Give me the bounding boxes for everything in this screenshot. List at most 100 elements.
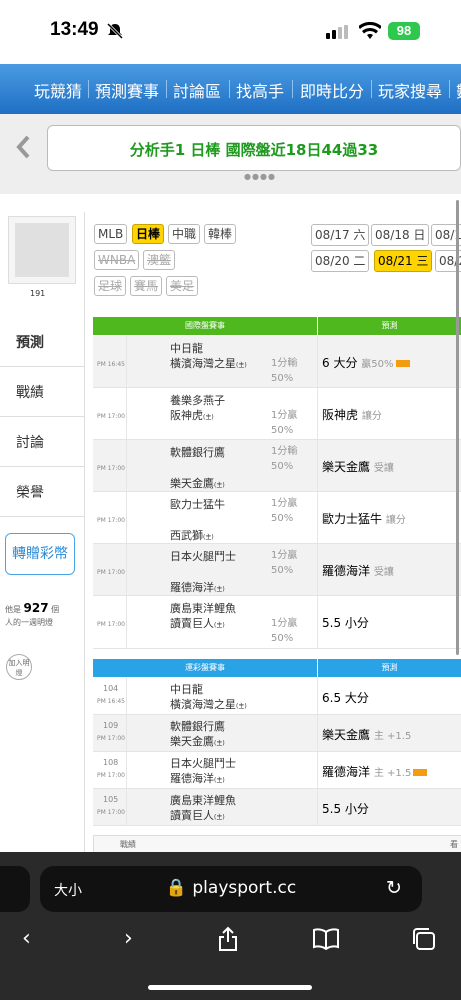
prediction: 歐力士猛牛 讓分 xyxy=(322,512,406,526)
clock: 13:49 xyxy=(50,19,99,40)
tabs-icon[interactable] xyxy=(411,927,437,951)
home-team: 樂天金鷹(主) xyxy=(170,477,225,490)
side-menu-label: 討論 xyxy=(16,435,44,451)
scrollbar[interactable] xyxy=(456,200,459,655)
user-id: 191 xyxy=(30,289,46,298)
prediction: 樂天金鷹 主 +1.5 xyxy=(322,728,412,742)
home-team: 羅德海洋(主) xyxy=(170,772,225,785)
back-icon[interactable]: ‹ xyxy=(22,926,31,951)
away-team: 日本火腿鬥士 xyxy=(170,550,236,563)
table-row: 104 PM 16:45 中日龍 橫濱海灣之星(主) 6.5 大分 xyxy=(93,678,461,715)
away-team: 中日龍 xyxy=(170,342,203,355)
intl-odds-table: 國際盤賽事 預測 PM 16:45 中日龍 橫濱海灣之星(主) 1分輸 50% 6… xyxy=(93,317,461,649)
game-time: PM 17:00 xyxy=(97,809,125,816)
game-time: PM 17:00 xyxy=(97,569,125,576)
nav-item-predict[interactable]: 預測賽事 xyxy=(95,78,159,102)
game-number: 104 xyxy=(103,684,119,693)
side-menu-discuss[interactable]: 討論 xyxy=(0,416,84,467)
table-header: 國際盤賽事 xyxy=(93,317,317,335)
gift-coins-button[interactable]: 轉贈彩幣 xyxy=(5,533,75,575)
league-chip-selected[interactable]: 日棒 xyxy=(132,224,165,244)
away-team: 軟體銀行鷹 xyxy=(170,446,225,459)
table-row: PM 17:00 廣島東洋鯉魚 讀賣巨人(主) 1分贏 50% 5.5 小分 xyxy=(93,596,461,649)
url-bar[interactable]: 大小 🔒 playsport.cc ↻ xyxy=(40,866,422,912)
table-header: 運彩盤賽事 xyxy=(93,659,317,677)
status-bar: 13:49 98 xyxy=(0,0,461,62)
side-menu-label: 預測 xyxy=(16,335,44,351)
share-icon[interactable] xyxy=(217,926,239,952)
reload-icon[interactable]: ↻ xyxy=(386,877,402,899)
prediction: 樂天金鷹 受讓 xyxy=(322,460,394,474)
league-chip-disabled: 足球 xyxy=(94,276,127,296)
view-link[interactable]: 看 xyxy=(450,839,458,850)
home-team: 羅德海洋(主) xyxy=(170,581,225,594)
game-time: PM 16:45 xyxy=(97,361,125,368)
game-number: 109 xyxy=(103,721,119,730)
table-row: PM 16:45 中日龍 橫濱海灣之星(主) 1分輸 50% 6 大分 贏50% xyxy=(93,336,461,388)
nav-item-more[interactable]: 數 xyxy=(456,78,461,102)
bookmarks-icon[interactable] xyxy=(312,928,340,950)
game-time: PM 17:00 xyxy=(97,772,125,779)
table-row: 109 PM 17:00 軟體銀行鷹 樂天金鷹(主) 樂天金鷹 主 +1.5 xyxy=(93,715,461,752)
game-time: PM 17:00 xyxy=(97,413,125,420)
home-team: 讀賣巨人(主) xyxy=(170,617,225,630)
game-time: PM 17:00 xyxy=(97,621,125,628)
prediction: 羅德海洋 主 +1.5 xyxy=(322,763,428,780)
away-team: 養樂多燕子 xyxy=(170,394,225,407)
prediction: 羅德海洋 受讓 xyxy=(322,564,394,578)
forward-icon[interactable]: › xyxy=(124,926,133,951)
back-chevron-icon[interactable] xyxy=(12,134,36,160)
carousel-dots[interactable]: ●●●● xyxy=(244,172,276,181)
nav-item-forum[interactable]: 討論區 xyxy=(173,78,221,102)
home-team: 橫濱海灣之星(主) xyxy=(170,698,247,711)
away-team: 廣島東洋鯉魚 xyxy=(170,602,236,615)
game-number: 108 xyxy=(103,758,119,767)
league-chip-disabled: 美足 xyxy=(166,276,199,296)
table-row: PM 17:00 日本火腿鬥士 羅德海洋(主) 1分贏 50% 羅德海洋 受讓 xyxy=(93,544,461,596)
odds: 1分贏 50% xyxy=(271,618,298,644)
previous-tab-stub[interactable] xyxy=(0,866,30,912)
avatar[interactable] xyxy=(8,216,76,284)
side-menu-label: 榮譽 xyxy=(16,485,44,501)
date-button[interactable]: 08/18 日 xyxy=(371,224,430,246)
away-team: 歐力士猛牛 xyxy=(170,498,225,511)
sports-odds-table: 運彩盤賽事 預測 104 PM 16:45 中日龍 橫濱海灣之星(主) 6.5 … xyxy=(93,659,461,826)
side-menu-record[interactable]: 戰績 xyxy=(0,366,84,417)
prediction: 6 大分 贏50% xyxy=(322,354,410,371)
date-button[interactable]: 08/17 六 xyxy=(311,224,370,246)
nav-item-guess[interactable]: 玩競猜 xyxy=(34,78,82,102)
home-team: 樂天金鷹(主) xyxy=(170,735,225,748)
side-menu-honor[interactable]: 榮譽 xyxy=(0,466,84,517)
join-light-button[interactable]: 加入明燈 xyxy=(6,654,32,680)
wifi-icon xyxy=(359,22,381,39)
nav-item-experts[interactable]: 找高手 xyxy=(236,78,284,102)
league-chip[interactable]: 韓棒 xyxy=(204,224,237,244)
date-button[interactable]: 08/20 二 xyxy=(311,250,370,272)
prediction: 5.5 小分 xyxy=(322,802,369,816)
table-row: 105 PM 17:00 廣島東洋鯉魚 讀賣巨人(主) 5.5 小分 xyxy=(93,789,461,826)
side-menu-label: 戰績 xyxy=(16,385,44,401)
banner-title-box: 分析手1 日棒 國際盤近18日44過33 xyxy=(47,125,461,171)
away-team: 中日龍 xyxy=(170,683,203,696)
league-chip[interactable]: MLB xyxy=(94,224,128,244)
home-team: 西武獅(主) xyxy=(170,529,214,542)
game-time: PM 17:00 xyxy=(97,465,125,472)
away-team: 廣島東洋鯉魚 xyxy=(170,794,236,807)
game-time: PM 17:00 xyxy=(97,517,125,524)
away-team: 日本火腿鬥士 xyxy=(170,757,236,770)
record-label: 戰績 xyxy=(120,840,136,849)
odds: 1分輸 50% xyxy=(271,446,298,472)
table-row: PM 17:00 歐力士猛牛 西武獅(主) 1分贏 50% 歐力士猛牛 讓分 xyxy=(93,492,461,544)
league-chip-disabled: 澳籃 xyxy=(143,250,176,270)
nav-item-livescore[interactable]: 即時比分 xyxy=(300,78,364,102)
nav-item-player-search[interactable]: 玩家搜尋 xyxy=(378,78,442,102)
prediction: 阪神虎 讓分 xyxy=(322,408,382,422)
date-button-selected[interactable]: 08/21 三 xyxy=(374,250,433,272)
league-chip[interactable]: 中職 xyxy=(168,224,201,244)
home-team: 橫濱海灣之星(主) xyxy=(170,357,247,370)
url-text: 🔒 playsport.cc xyxy=(165,878,297,898)
table-row: PM 17:00 養樂多燕子 阪神虎(主) 1分贏 50% 阪神虎 讓分 xyxy=(93,388,461,440)
side-menu-predict[interactable]: 預測 xyxy=(0,316,84,367)
game-time: PM 16:45 xyxy=(97,698,125,705)
prediction: 5.5 小分 xyxy=(322,616,369,630)
